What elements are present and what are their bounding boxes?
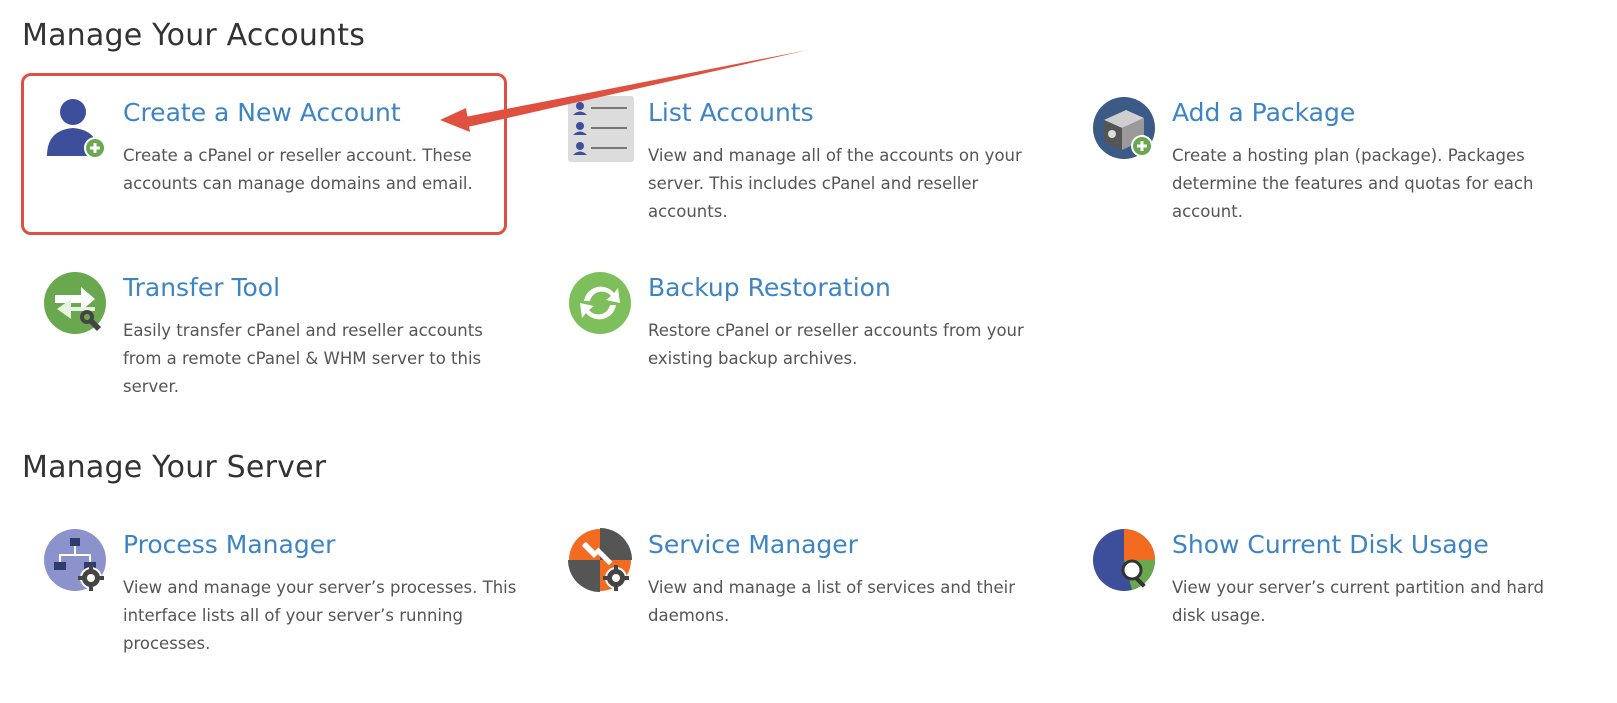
service-manager-description: View and manage a list of services and t…: [648, 578, 1015, 625]
backup-restoration-description: Restore cPanel or reseller accounts from…: [648, 321, 1024, 368]
list-accounts-description: View and manage all of the accounts on y…: [648, 146, 1022, 221]
add-package-description: Create a hosting plan (package). Package…: [1172, 146, 1534, 221]
process-manager-link[interactable]: Process Manager: [123, 528, 335, 562]
service-manager-link[interactable]: Service Manager: [648, 528, 858, 562]
package-add-icon: [1092, 96, 1158, 162]
user-list-icon: [568, 96, 634, 162]
disk-usage-description: View your server’s current partition and…: [1172, 578, 1544, 625]
backup-restore-icon: [568, 271, 634, 337]
section-title-accounts: Manage Your Accounts: [22, 18, 366, 53]
process-manager-icon: [43, 528, 109, 594]
process-manager-description: View and manage your server’s processes.…: [123, 578, 517, 653]
transfer-tool-link[interactable]: Transfer Tool: [123, 271, 280, 305]
annotation-highlight-box: [21, 73, 507, 235]
section-title-server: Manage Your Server: [22, 450, 327, 485]
add-package-link[interactable]: Add a Package: [1172, 96, 1355, 130]
disk-usage-link[interactable]: Show Current Disk Usage: [1172, 528, 1489, 562]
service-manager-icon: [568, 528, 634, 594]
disk-usage-icon: [1092, 528, 1158, 594]
backup-restoration-link[interactable]: Backup Restoration: [648, 271, 891, 305]
transfer-tool-description: Easily transfer cPanel and reseller acco…: [123, 321, 483, 396]
transfer-tool-icon: [43, 271, 109, 337]
list-accounts-link[interactable]: List Accounts: [648, 96, 814, 130]
